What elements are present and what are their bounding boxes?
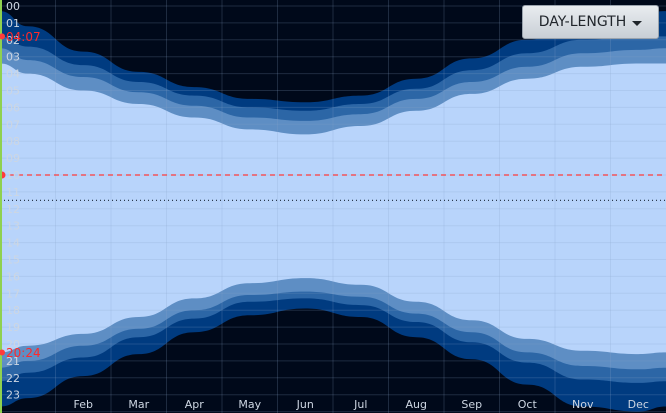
- y-tick-label: 12: [6, 203, 20, 216]
- y-tick-label: 15: [6, 254, 20, 267]
- y-tick-label: 19: [6, 321, 20, 334]
- y-tick-label: 09: [6, 152, 20, 165]
- chevron-down-icon: [632, 20, 643, 26]
- x-tick-label: Dec: [628, 398, 649, 411]
- x-tick-label: Mar: [128, 398, 149, 411]
- y-tick-label: 14: [6, 237, 20, 250]
- y-tick-label: 10: [6, 169, 20, 182]
- y-tick-label: 01: [6, 17, 20, 30]
- y-tick-label: 08: [6, 135, 20, 148]
- y-tick-label: 13: [6, 220, 20, 233]
- x-tick-label: Apr: [185, 398, 205, 411]
- day-length-chart: 00 01 02 03 04 05 06 07 08 09 10 11 12 13 14 15 16 17 18 19…: [0, 0, 666, 413]
- y-tick-label: 07: [6, 118, 20, 131]
- day-length-dropdown-button[interactable]: DAY-LENGTH: [522, 5, 659, 39]
- x-tick-label: Aug: [406, 398, 427, 411]
- x-tick-label: Oct: [518, 398, 538, 411]
- y-tick-label: 17: [6, 287, 20, 300]
- y-tick-label: 18: [6, 304, 20, 317]
- sunrise-marker-label: 04:07: [6, 30, 41, 44]
- y-tick-label: 03: [6, 51, 20, 64]
- y-tick-label: 23: [6, 389, 20, 402]
- y-tick-label: 04: [6, 68, 20, 81]
- x-tick-label: Jun: [296, 398, 314, 411]
- y-tick-label: 06: [6, 101, 20, 114]
- x-tick-label: Nov: [572, 398, 594, 411]
- x-tick-label: Sep: [461, 398, 482, 411]
- y-tick-label: 22: [6, 372, 20, 385]
- y-tick-label: 05: [6, 85, 20, 98]
- chart-canvas: 0001020304050607080910111213141516171819…: [0, 0, 666, 413]
- y-tick-label: 11: [6, 186, 20, 199]
- y-tick-label: 00: [6, 0, 20, 13]
- y-tick-label: 16: [6, 270, 20, 283]
- day-length-dropdown-label: DAY-LENGTH: [538, 14, 627, 30]
- x-tick-label: Feb: [74, 398, 93, 411]
- sunset-marker-label: 20:24: [6, 346, 41, 360]
- x-tick-label: May: [238, 398, 261, 411]
- x-tick-label: Jul: [353, 398, 367, 411]
